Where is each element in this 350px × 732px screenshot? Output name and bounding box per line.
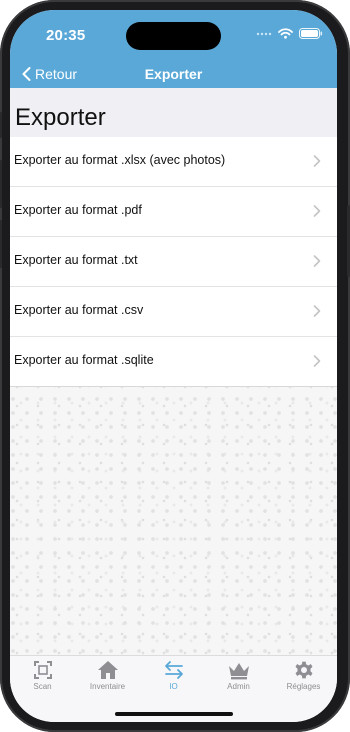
scan-icon bbox=[33, 661, 52, 679]
export-txt-row[interactable]: Exporter au format .txt bbox=[10, 237, 337, 287]
tab-inventaire-label: Inventaire bbox=[89, 682, 126, 691]
navigation-bar: Retour Exporter bbox=[10, 62, 337, 88]
export-csv-row[interactable]: Exporter au format .csv bbox=[10, 287, 337, 337]
crown-icon bbox=[228, 663, 249, 680]
home-icon bbox=[97, 661, 118, 679]
wifi-icon bbox=[278, 28, 293, 39]
mute-switch bbox=[0, 112, 2, 138]
chevron-right-icon bbox=[313, 255, 321, 267]
status-time: 20:35 bbox=[46, 27, 86, 44]
tab-reglages[interactable]: Réglages bbox=[271, 660, 336, 700]
chevron-right-icon bbox=[313, 355, 321, 367]
volume-down-button bbox=[0, 220, 2, 268]
page-title: Exporter bbox=[15, 104, 106, 131]
export-csv-label: Exporter au format .csv bbox=[14, 303, 144, 317]
status-icons bbox=[256, 28, 323, 39]
import-export-arrows-icon bbox=[164, 661, 183, 679]
export-xlsx-row[interactable]: Exporter au format .xlsx (avec photos) bbox=[10, 137, 337, 187]
status-bar: 20:35 bbox=[10, 10, 337, 62]
gear-icon bbox=[295, 661, 312, 679]
tab-scan-label: Scan bbox=[33, 682, 52, 691]
export-pdf-row[interactable]: Exporter au format .pdf bbox=[10, 187, 337, 237]
phone-frame: 20:35 Retour Exporter Exporter Exporter … bbox=[0, 0, 350, 732]
tab-admin[interactable]: Admin bbox=[206, 660, 271, 700]
export-xlsx-label: Exporter au format .xlsx (avec photos) bbox=[14, 153, 226, 167]
chevron-right-icon bbox=[313, 305, 321, 317]
tab-reglages-label: Réglages bbox=[286, 682, 321, 691]
export-pdf-label: Exporter au format .pdf bbox=[14, 203, 142, 217]
large-title-area: Exporter bbox=[10, 88, 337, 137]
export-sqlite-label: Exporter au format .sqlite bbox=[14, 353, 154, 367]
export-options-list: Exporter au format .xlsx (avec photos) E… bbox=[10, 137, 337, 387]
tab-io[interactable]: IO bbox=[141, 660, 206, 700]
home-indicator[interactable] bbox=[115, 712, 233, 716]
nav-title: Exporter bbox=[144, 66, 203, 82]
tab-inventaire[interactable]: Inventaire bbox=[75, 660, 140, 700]
chevron-right-icon bbox=[313, 205, 321, 217]
chevron-right-icon bbox=[313, 155, 321, 167]
cellular-signal-icon bbox=[256, 32, 272, 35]
dynamic-island bbox=[126, 22, 221, 50]
tab-scan[interactable]: Scan bbox=[10, 660, 75, 700]
tab-admin-label: Admin bbox=[227, 682, 250, 691]
tab-bar: Scan Inventaire IO Admin Réglages bbox=[10, 655, 337, 722]
tab-io-label: IO bbox=[169, 682, 178, 691]
export-sqlite-row[interactable]: Exporter au format .sqlite bbox=[10, 337, 337, 387]
content-area: Exporter Exporter au format .xlsx (avec … bbox=[10, 88, 337, 655]
screen: 20:35 Retour Exporter Exporter Exporter … bbox=[10, 10, 337, 722]
volume-up-button bbox=[0, 160, 2, 208]
battery-icon bbox=[299, 28, 323, 39]
export-txt-label: Exporter au format .txt bbox=[14, 253, 138, 267]
